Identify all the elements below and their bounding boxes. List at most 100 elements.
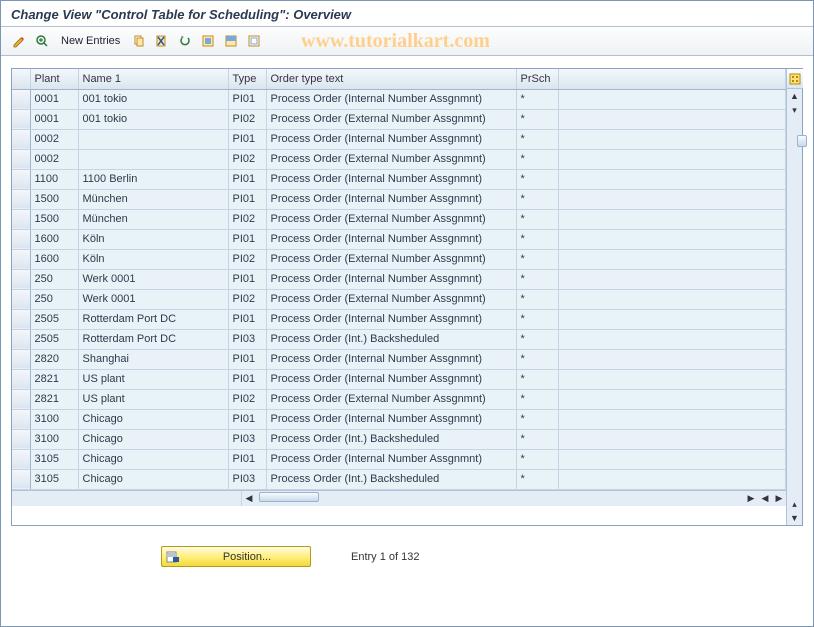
cell-plant[interactable]: 3105 (30, 469, 78, 489)
table-row[interactable]: 3105 Chicago PI03 Process Order (Int.) B… (12, 469, 786, 489)
cell-type[interactable]: PI02 (228, 149, 266, 169)
cell-name[interactable]: 001 tokio (78, 109, 228, 129)
deselect-all-icon[interactable] (244, 31, 264, 51)
cell-prsch[interactable]: * (516, 129, 558, 149)
row-selector[interactable] (12, 89, 30, 109)
cell-prsch[interactable]: * (516, 309, 558, 329)
cell-prsch[interactable]: * (516, 189, 558, 209)
row-selector[interactable] (12, 129, 30, 149)
cell-type[interactable]: PI03 (228, 469, 266, 489)
cell-name[interactable]: Chicago (78, 409, 228, 429)
cell-prsch[interactable]: * (516, 409, 558, 429)
table-row[interactable]: 2821 US plant PI01 Process Order (Intern… (12, 369, 786, 389)
cell-type[interactable]: PI02 (228, 289, 266, 309)
cell-prsch[interactable]: * (516, 429, 558, 449)
row-selector[interactable] (12, 269, 30, 289)
row-selector[interactable] (12, 409, 30, 429)
cell-plant[interactable]: 1100 (30, 169, 78, 189)
row-selector[interactable] (12, 149, 30, 169)
cell-text[interactable]: Process Order (External Number Assgnmnt) (266, 289, 516, 309)
table-row[interactable]: 2505 Rotterdam Port DC PI03 Process Orde… (12, 329, 786, 349)
hscroll-right2-icon[interactable]: ▶ (772, 491, 786, 505)
cell-text[interactable]: Process Order (Internal Number Assgnmnt) (266, 449, 516, 469)
vscroll-line-down-icon[interactable]: ▴ (788, 497, 802, 511)
col-prsch-header[interactable]: PrSch (516, 69, 558, 89)
row-selector[interactable] (12, 169, 30, 189)
table-row[interactable]: 1500 München PI01 Process Order (Interna… (12, 189, 786, 209)
cell-name[interactable]: US plant (78, 369, 228, 389)
cell-name[interactable]: Chicago (78, 449, 228, 469)
col-name-header[interactable]: Name 1 (78, 69, 228, 89)
cell-prsch[interactable]: * (516, 249, 558, 269)
cell-name[interactable]: München (78, 189, 228, 209)
cell-type[interactable]: PI03 (228, 429, 266, 449)
cell-text[interactable]: Process Order (Internal Number Assgnmnt) (266, 169, 516, 189)
table-row[interactable]: 2821 US plant PI02 Process Order (Extern… (12, 389, 786, 409)
table-row[interactable]: 3100 Chicago PI01 Process Order (Interna… (12, 409, 786, 429)
table-settings-icon[interactable] (787, 69, 803, 89)
table-row[interactable]: 0002 PI02 Process Order (External Number… (12, 149, 786, 169)
cell-type[interactable]: PI02 (228, 249, 266, 269)
cell-prsch[interactable]: * (516, 89, 558, 109)
cell-type[interactable]: PI01 (228, 409, 266, 429)
cell-prsch[interactable]: * (516, 169, 558, 189)
cell-text[interactable]: Process Order (External Number Assgnmnt) (266, 209, 516, 229)
cell-plant[interactable]: 3100 (30, 429, 78, 449)
row-selector[interactable] (12, 109, 30, 129)
table-row[interactable]: 0001 001 tokio PI02 Process Order (Exter… (12, 109, 786, 129)
cell-type[interactable]: PI01 (228, 229, 266, 249)
cell-type[interactable]: PI02 (228, 209, 266, 229)
col-type-header[interactable]: Type (228, 69, 266, 89)
undo-icon[interactable] (175, 31, 195, 51)
table-row[interactable]: 1500 München PI02 Process Order (Externa… (12, 209, 786, 229)
table-row[interactable]: 250 Werk 0001 PI02 Process Order (Extern… (12, 289, 786, 309)
row-selector[interactable] (12, 309, 30, 329)
cell-plant[interactable]: 0001 (30, 89, 78, 109)
cell-text[interactable]: Process Order (Int.) Backsheduled (266, 469, 516, 489)
cell-name[interactable]: Werk 0001 (78, 269, 228, 289)
table-row[interactable]: 3100 Chicago PI03 Process Order (Int.) B… (12, 429, 786, 449)
position-button[interactable]: Position... (161, 546, 311, 567)
cell-name[interactable]: Rotterdam Port DC (78, 309, 228, 329)
toggle-display-icon[interactable] (9, 31, 29, 51)
table-row[interactable]: 1100 1100 Berlin PI01 Process Order (Int… (12, 169, 786, 189)
cell-type[interactable]: PI01 (228, 189, 266, 209)
cell-type[interactable]: PI03 (228, 329, 266, 349)
cell-plant[interactable]: 0001 (30, 109, 78, 129)
cell-text[interactable]: Process Order (External Number Assgnmnt) (266, 109, 516, 129)
cell-plant[interactable]: 2821 (30, 389, 78, 409)
cell-prsch[interactable]: * (516, 229, 558, 249)
select-all-icon[interactable] (198, 31, 218, 51)
cell-type[interactable]: PI01 (228, 269, 266, 289)
hscroll-track[interactable] (257, 492, 743, 504)
table-row[interactable]: 250 Werk 0001 PI01 Process Order (Intern… (12, 269, 786, 289)
cell-plant[interactable]: 250 (30, 289, 78, 309)
row-selector[interactable] (12, 209, 30, 229)
vscroll-up-icon[interactable]: ▲ (788, 89, 802, 103)
table-row[interactable]: 2505 Rotterdam Port DC PI01 Process Orde… (12, 309, 786, 329)
cell-type[interactable]: PI02 (228, 389, 266, 409)
hscroll-thumb[interactable] (259, 492, 319, 502)
cell-text[interactable]: Process Order (Internal Number Assgnmnt) (266, 349, 516, 369)
select-block-icon[interactable] (221, 31, 241, 51)
table-row[interactable]: 3105 Chicago PI01 Process Order (Interna… (12, 449, 786, 469)
cell-prsch[interactable]: * (516, 389, 558, 409)
cell-prsch[interactable]: * (516, 449, 558, 469)
cell-text[interactable]: Process Order (Internal Number Assgnmnt) (266, 189, 516, 209)
cell-prsch[interactable]: * (516, 329, 558, 349)
cell-type[interactable]: PI01 (228, 449, 266, 469)
cell-name[interactable] (78, 129, 228, 149)
cell-plant[interactable]: 2505 (30, 309, 78, 329)
vscroll-line-up-icon[interactable]: ▾ (788, 103, 802, 117)
cell-text[interactable]: Process Order (External Number Assgnmnt) (266, 149, 516, 169)
cell-prsch[interactable]: * (516, 149, 558, 169)
delete-icon[interactable] (152, 31, 172, 51)
table-row[interactable]: 1600 Köln PI01 Process Order (Internal N… (12, 229, 786, 249)
table-row[interactable]: 0002 PI01 Process Order (Internal Number… (12, 129, 786, 149)
cell-plant[interactable]: 0002 (30, 129, 78, 149)
cell-prsch[interactable]: * (516, 469, 558, 489)
table-row[interactable]: 1600 Köln PI02 Process Order (External N… (12, 249, 786, 269)
cell-type[interactable]: PI01 (228, 349, 266, 369)
cell-type[interactable]: PI01 (228, 89, 266, 109)
col-text-header[interactable]: Order type text (266, 69, 516, 89)
